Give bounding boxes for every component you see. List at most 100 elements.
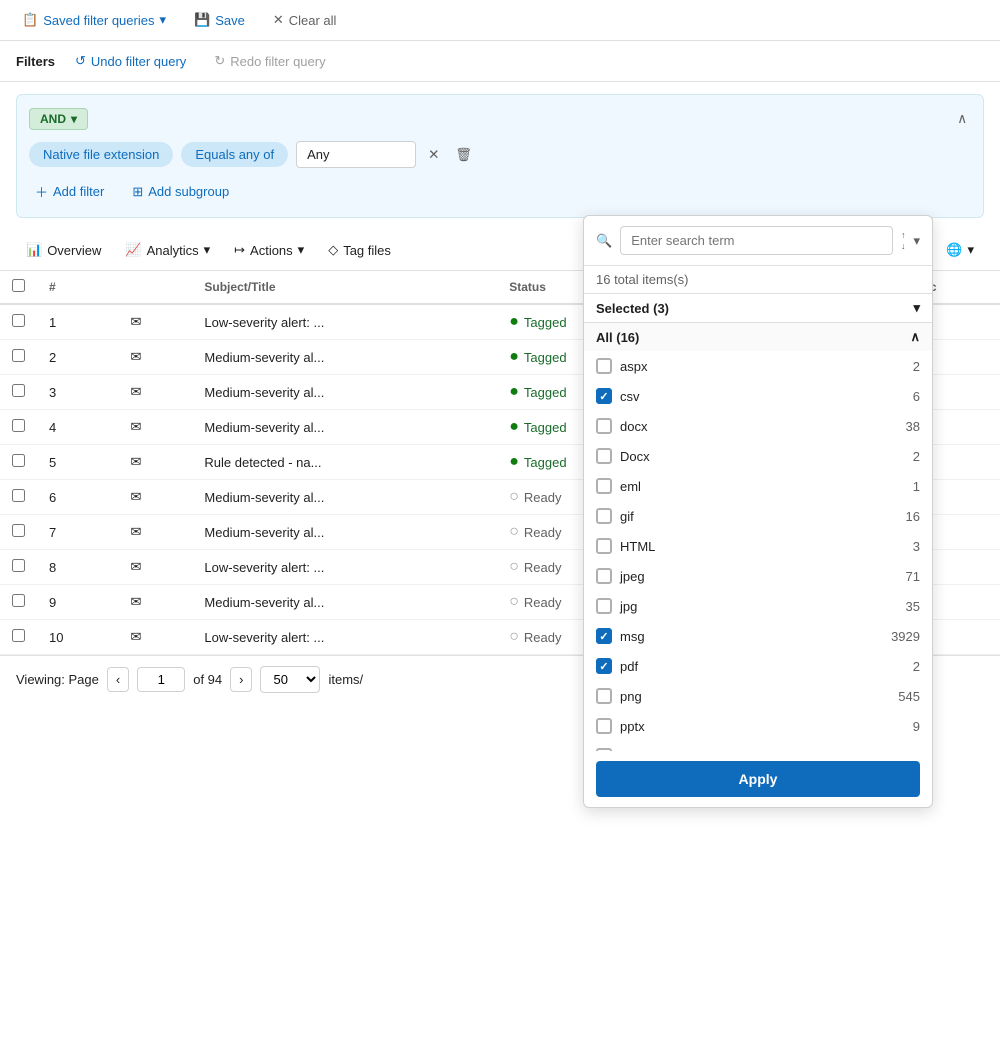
row-checkbox-cell[interactable] [0, 550, 37, 585]
row-checkbox-cell[interactable] [0, 585, 37, 620]
chevron-down-icon: ▾ [967, 242, 974, 258]
item-checkbox[interactable] [596, 718, 612, 734]
row-checkbox-cell[interactable] [0, 480, 37, 515]
row-subject: Medium-severity al... [192, 375, 497, 410]
next-page-button[interactable]: › [230, 667, 252, 692]
row-checkbox[interactable] [12, 559, 25, 572]
row-checkbox[interactable] [12, 489, 25, 502]
row-checkbox[interactable] [12, 524, 25, 537]
sort-asc-icon[interactable]: ↑ [901, 230, 906, 240]
row-checkbox[interactable] [12, 314, 25, 327]
operator-chip[interactable]: Equals any of [181, 142, 288, 167]
list-item-left: gif [596, 508, 634, 524]
redo-filter-button[interactable]: ↻ Redo filter query [206, 49, 333, 73]
operator-badge[interactable]: AND ▾ [29, 108, 88, 130]
extension-list-item[interactable]: docx 38 [584, 411, 932, 441]
analytics-button[interactable]: 📈 Analytics ▾ [115, 236, 220, 264]
extension-list-item[interactable]: aspx 2 [584, 351, 932, 381]
item-checkbox[interactable] [596, 358, 612, 374]
item-checkbox[interactable] [596, 688, 612, 704]
row-checkbox-cell[interactable] [0, 410, 37, 445]
row-checkbox[interactable] [12, 454, 25, 467]
actions-button[interactable]: ↦ Actions ▾ [224, 236, 314, 264]
row-checkbox[interactable] [12, 629, 25, 642]
col-num: # [37, 271, 118, 304]
overview-button[interactable]: 📊 Overview [16, 236, 111, 264]
saved-filter-queries-button[interactable]: 📋 Saved filter queries ▾ [16, 8, 172, 32]
extension-list-item[interactable]: msg 3929 [584, 621, 932, 651]
item-checkbox[interactable] [596, 748, 612, 751]
row-subject: Medium-severity al... [192, 410, 497, 445]
select-all-header[interactable] [0, 271, 37, 304]
search-input[interactable] [620, 226, 893, 255]
row-checkbox[interactable] [12, 349, 25, 362]
extension-list-item[interactable]: jpeg 71 [584, 561, 932, 591]
extension-list-item[interactable]: jpg 35 [584, 591, 932, 621]
tag-files-button[interactable]: ◇ Tag files [318, 236, 401, 264]
list-item-left: Docx [596, 448, 650, 464]
row-checkbox-cell[interactable] [0, 340, 37, 375]
plus-icon: ＋ [35, 182, 48, 201]
extension-list-item[interactable]: pst 2 [584, 741, 932, 751]
collapse-group-button[interactable]: ∧ [953, 107, 971, 131]
chevron-down-icon: ▾ [913, 300, 920, 316]
all-section-header[interactable]: All (16) ∧ [584, 323, 932, 351]
add-subgroup-button[interactable]: ⊞ Add subgroup [126, 180, 235, 204]
extension-list-item[interactable]: HTML 3 [584, 531, 932, 561]
extension-list-item[interactable]: csv 6 [584, 381, 932, 411]
save-button[interactable]: 💾 Save [188, 8, 251, 32]
item-name: HTML [620, 539, 655, 554]
item-checkbox[interactable] [596, 568, 612, 584]
list-item-left: aspx [596, 358, 647, 374]
prev-page-button[interactable]: ‹ [107, 667, 129, 692]
chevron-down-icon[interactable]: ▾ [913, 233, 920, 249]
extension-list-item[interactable]: png 545 [584, 681, 932, 711]
item-checkbox[interactable] [596, 478, 612, 494]
extension-list-item[interactable]: pdf 2 [584, 651, 932, 681]
clear-icon: ✕ [273, 12, 284, 28]
extension-list-item[interactable]: pptx 9 [584, 711, 932, 741]
row-checkbox[interactable] [12, 594, 25, 607]
item-name: gif [620, 509, 634, 524]
add-row: ＋ Add filter ⊞ Add subgroup [29, 178, 971, 205]
sort-desc-icon[interactable]: ↓ [901, 241, 906, 251]
item-checkbox[interactable] [596, 448, 612, 464]
undo-filter-button[interactable]: ↺ Undo filter query [67, 49, 194, 73]
row-checkbox-cell[interactable] [0, 445, 37, 480]
col-icon [118, 271, 192, 304]
page-number-input[interactable] [137, 667, 185, 692]
item-checkbox[interactable] [596, 388, 612, 404]
row-checkbox[interactable] [12, 419, 25, 432]
sort-icons: ↑ ↓ [901, 230, 906, 251]
item-checkbox[interactable] [596, 628, 612, 644]
apply-button[interactable]: Apply [596, 761, 920, 797]
delete-filter-button[interactable]: 🗑 [451, 143, 476, 167]
row-checkbox-cell[interactable] [0, 304, 37, 340]
globe-button[interactable]: 🌐 ▾ [936, 236, 984, 264]
add-filter-button[interactable]: ＋ Add filter [29, 178, 110, 205]
col-subject[interactable]: Subject/Title [192, 271, 497, 304]
item-checkbox[interactable] [596, 508, 612, 524]
items-per-page-select[interactable]: 50 25 100 [260, 666, 320, 693]
row-checkbox-cell[interactable] [0, 515, 37, 550]
selected-section-header[interactable]: Selected (3) ▾ [584, 294, 932, 323]
extension-list-item[interactable]: gif 16 [584, 501, 932, 531]
item-name: pdf [620, 659, 638, 674]
extension-list-item[interactable]: eml 1 [584, 471, 932, 501]
item-checkbox[interactable] [596, 658, 612, 674]
row-checkbox-cell[interactable] [0, 375, 37, 410]
clear-value-button[interactable]: ✕ [424, 143, 443, 167]
row-num: 2 [37, 340, 118, 375]
row-checkbox[interactable] [12, 384, 25, 397]
item-checkbox[interactable] [596, 598, 612, 614]
extension-list-item[interactable]: Docx 2 [584, 441, 932, 471]
row-checkbox-cell[interactable] [0, 620, 37, 655]
search-icon: 🔍 [596, 233, 612, 249]
item-checkbox[interactable] [596, 418, 612, 434]
field-chip[interactable]: Native file extension [29, 142, 173, 167]
list-item-left: pptx [596, 718, 645, 734]
item-checkbox[interactable] [596, 538, 612, 554]
select-all-checkbox[interactable] [12, 279, 25, 292]
clear-all-button[interactable]: ✕ Clear all [267, 8, 343, 32]
chevron-up-icon: ∧ [910, 329, 920, 345]
